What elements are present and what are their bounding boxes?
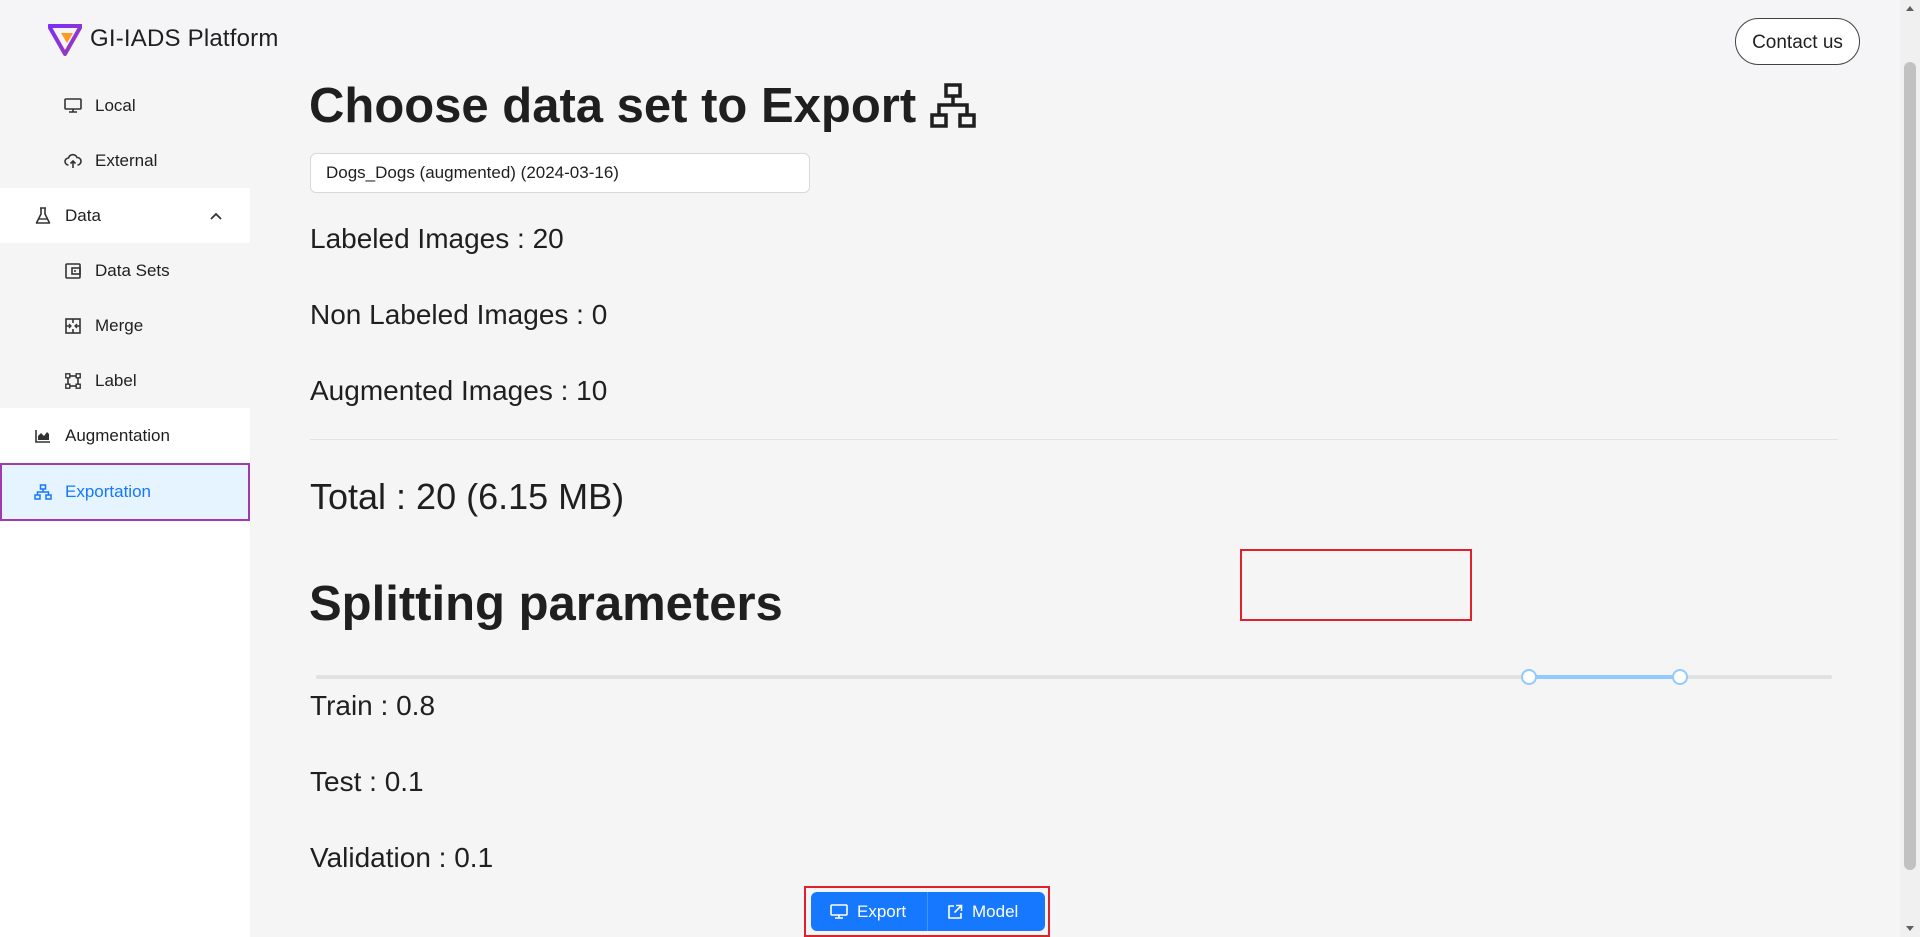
sidebar-item-data[interactable]: Data <box>0 188 250 243</box>
train-split-handle[interactable] <box>1520 669 1537 685</box>
page-title: Choose data set to Export <box>309 79 917 133</box>
train-ratio: Train : 0.8 <box>310 690 436 721</box>
sidebar-item-label: Data <box>65 205 101 225</box>
cluster-icon <box>33 482 53 502</box>
labeled-images-count: Labeled Images : 20 <box>310 223 564 254</box>
sidebar-item-label: Local <box>95 95 136 115</box>
dataset-select[interactable]: Dogs_Dogs (augmented) (2024-03-16) <box>310 153 810 193</box>
export-button-label: Export <box>857 901 907 921</box>
desktop-icon <box>63 96 83 116</box>
sidebar-item-external[interactable]: External <box>0 133 250 188</box>
cluster-icon <box>930 83 976 128</box>
sidebar-item-augmentation[interactable]: Augmentation <box>0 408 250 463</box>
sidebar-item-label: Data Sets <box>95 260 170 280</box>
page-scrollbar[interactable] <box>1900 0 1920 937</box>
sidebar-item-label: Augmentation <box>65 425 170 445</box>
sidebar-item-label-tool[interactable]: Label <box>0 353 250 408</box>
scrollbar-thumb[interactable] <box>1904 62 1916 870</box>
sidebar-item-data-sets[interactable]: Data Sets <box>0 243 250 298</box>
sidebar-item-local[interactable]: Local <box>0 78 250 133</box>
augmented-images-count: Augmented Images : 10 <box>310 375 608 406</box>
export-button[interactable]: Export <box>811 892 928 931</box>
contact-us-button[interactable]: Contact us <box>1735 18 1860 65</box>
wallet-icon <box>63 261 83 281</box>
main-content: Choose data set to Export Dogs_Dogs (aug… <box>250 78 1900 937</box>
sidebar-item-label: Label <box>95 370 137 390</box>
action-button-group: Export Model <box>811 892 1045 931</box>
split-range-slider[interactable] <box>316 662 1832 692</box>
brand-name: GI-IADS Platform <box>90 25 279 52</box>
export-heading: Choose data set to Export <box>309 78 976 134</box>
test-split-handle[interactable] <box>1672 669 1689 685</box>
merge-cells-icon <box>63 316 83 336</box>
logo-icon <box>48 24 82 56</box>
external-link-icon <box>948 904 963 919</box>
non-labeled-images-count: Non Labeled Images : 0 <box>310 299 608 330</box>
sidebar: Local External Data Data Sets Merge Labe… <box>0 78 250 937</box>
sidebar-item-exportation[interactable]: Exportation <box>0 463 250 521</box>
flask-icon <box>33 206 53 226</box>
scroll-up-arrow-icon[interactable] <box>1906 6 1914 11</box>
cloud-upload-icon <box>63 151 83 171</box>
splitting-heading: Splitting parameters <box>309 577 783 631</box>
model-button-label: Model <box>972 901 1019 921</box>
slider-track <box>1528 675 1681 679</box>
model-button[interactable]: Model <box>928 892 1045 931</box>
slider-highlight-box <box>1240 549 1472 621</box>
bounding-box-icon <box>63 371 83 391</box>
sidebar-item-label: External <box>95 150 158 170</box>
test-ratio: Test : 0.1 <box>310 766 424 797</box>
models-submenu: Local External <box>0 78 250 188</box>
area-chart-icon <box>33 426 53 446</box>
chevron-up-icon[interactable] <box>206 206 226 226</box>
sidebar-item-merge[interactable]: Merge <box>0 298 250 353</box>
desktop-icon <box>830 903 848 919</box>
validation-ratio: Validation : 0.1 <box>310 842 494 873</box>
scroll-down-arrow-icon[interactable] <box>1906 926 1914 931</box>
total-summary: Total : 20 (6.15 MB) <box>310 476 625 517</box>
data-submenu: Data Sets Merge Label <box>0 243 250 408</box>
divider <box>310 439 1838 440</box>
sidebar-item-label: Merge <box>95 315 144 335</box>
sidebar-item-label: Exportation <box>65 482 151 501</box>
top-header: GI-IADS Platform Contact us <box>0 0 1920 78</box>
